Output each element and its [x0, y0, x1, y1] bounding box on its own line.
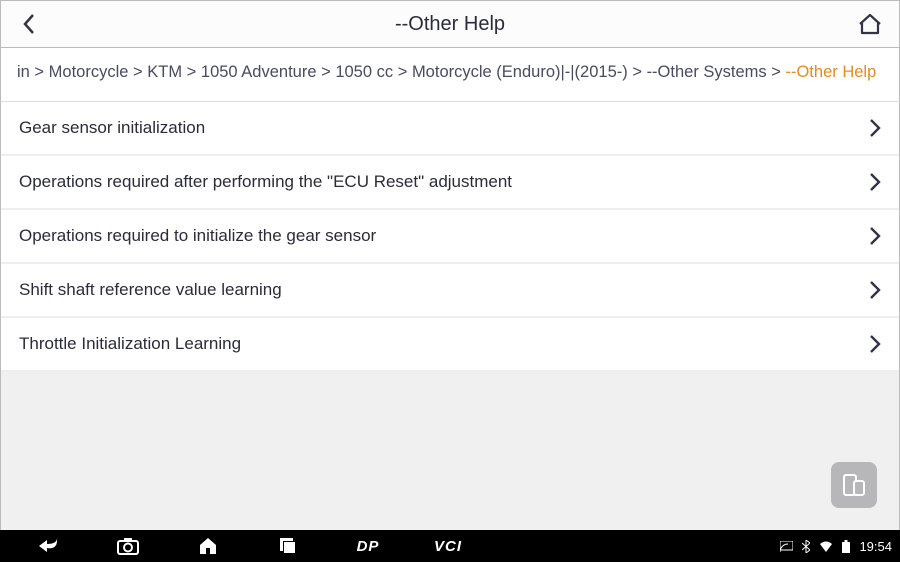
vci-label: VCI — [434, 538, 462, 555]
list-item-label: Operations required to initialize the ge… — [19, 226, 376, 246]
chevron-right-icon — [869, 280, 881, 300]
breadcrumb-item[interactable]: Motorcycle (Enduro)|-|(2015-) — [412, 63, 628, 81]
list-item[interactable]: Gear sensor initialization — [1, 102, 899, 156]
cast-icon — [779, 539, 793, 553]
breadcrumb-item[interactable]: in — [17, 63, 30, 81]
system-nav-bar: DP VCI 19:54 — [0, 530, 900, 562]
breadcrumb-item[interactable]: 1050 cc — [335, 63, 393, 81]
nav-back-button[interactable] — [8, 530, 88, 562]
back-arrow-icon — [37, 538, 59, 554]
list-item[interactable]: Shift shaft reference value learning — [1, 264, 899, 318]
chevron-right-icon — [869, 334, 881, 354]
dp-label: DP — [357, 538, 380, 555]
list-item[interactable]: Throttle Initialization Learning — [1, 318, 899, 372]
status-bar: 19:54 — [779, 539, 892, 554]
list-item-label: Throttle Initialization Learning — [19, 334, 241, 354]
breadcrumb-current: --Other Help — [785, 63, 876, 81]
breadcrumb-item[interactable]: 1050 Adventure — [201, 63, 317, 81]
float-action-button[interactable] — [831, 462, 877, 508]
nav-recent-button[interactable] — [248, 530, 328, 562]
nav-vci-button[interactable]: VCI — [408, 530, 488, 562]
page-title: --Other Help — [1, 13, 899, 36]
split-screen-icon — [841, 472, 867, 498]
breadcrumb-item[interactable]: Motorcycle — [49, 63, 129, 81]
chevron-right-icon — [869, 172, 881, 192]
list-item-label: Operations required after performing the… — [19, 172, 512, 192]
menu-list: Gear sensor initialization Operations re… — [0, 102, 900, 530]
home-icon — [198, 537, 218, 555]
home-icon — [857, 12, 883, 36]
wifi-icon — [819, 539, 833, 553]
list-item[interactable]: Operations required to initialize the ge… — [1, 210, 899, 264]
home-button[interactable] — [855, 9, 885, 39]
list-item-label: Gear sensor initialization — [19, 118, 205, 138]
chevron-right-icon — [869, 226, 881, 246]
list-item-label: Shift shaft reference value learning — [19, 280, 282, 300]
nav-home-button[interactable] — [168, 530, 248, 562]
app-header: --Other Help — [0, 0, 900, 48]
chevron-left-icon — [21, 12, 37, 36]
battery-icon — [839, 539, 853, 553]
bluetooth-icon — [799, 539, 813, 553]
breadcrumb-item[interactable]: KTM — [147, 63, 182, 81]
recent-apps-icon — [279, 537, 297, 555]
list-item[interactable]: Operations required after performing the… — [1, 156, 899, 210]
back-button[interactable] — [15, 10, 43, 38]
nav-camera-button[interactable] — [88, 530, 168, 562]
breadcrumb: in > Motorcycle > KTM > 1050 Adventure >… — [0, 48, 900, 102]
chevron-right-icon — [869, 118, 881, 138]
breadcrumb-item[interactable]: --Other Systems — [647, 63, 767, 81]
camera-icon — [117, 537, 139, 555]
nav-dp-button[interactable]: DP — [328, 530, 408, 562]
clock: 19:54 — [859, 539, 892, 554]
